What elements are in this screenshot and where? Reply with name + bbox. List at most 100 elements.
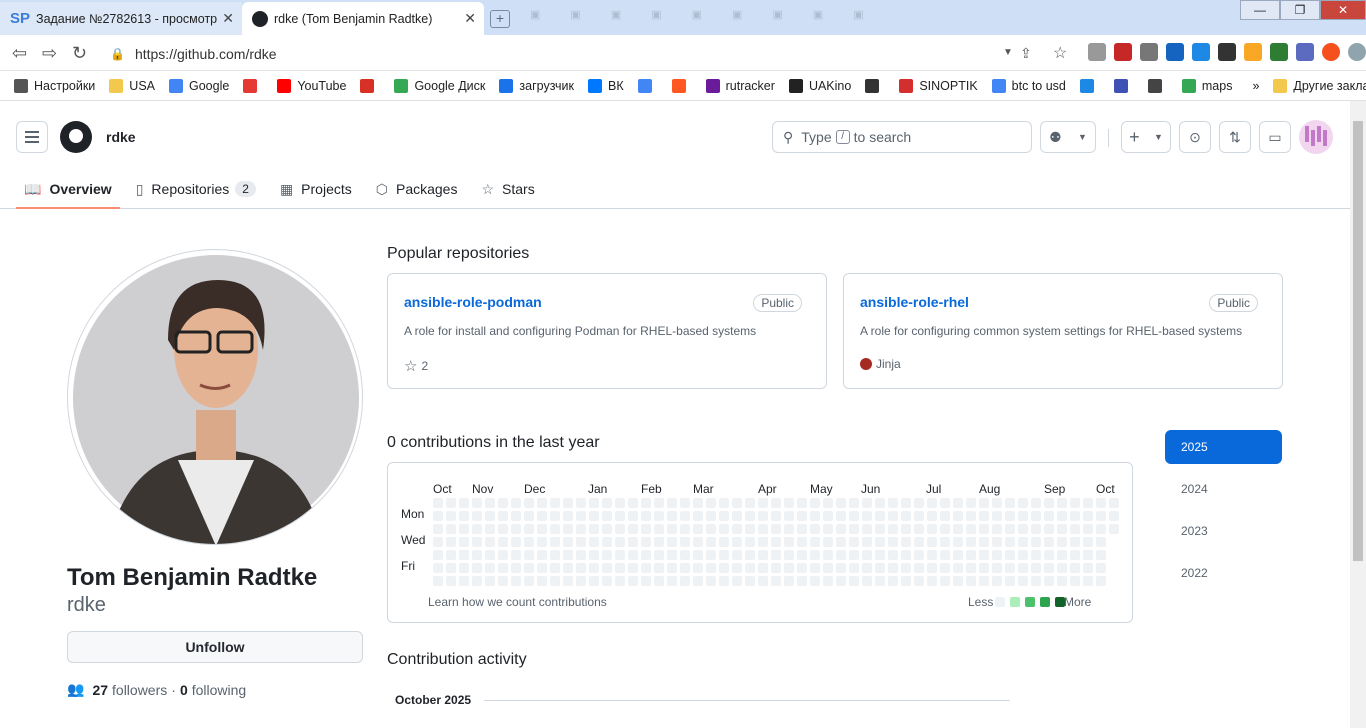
contribution-day-cell[interactable] [992, 498, 1002, 508]
contribution-day-cell[interactable] [992, 550, 1002, 560]
contribution-day-cell[interactable] [1096, 563, 1106, 573]
contribution-day-cell[interactable] [940, 537, 950, 547]
maximize-button[interactable]: ❐ [1280, 0, 1320, 20]
back-arrow-icon[interactable]: ⇦ [12, 43, 27, 64]
contribution-day-cell[interactable] [667, 524, 677, 534]
contribution-day-cell[interactable] [524, 537, 534, 547]
repo-name-link[interactable]: ansible-role-podman [404, 294, 542, 310]
contribution-day-cell[interactable] [550, 576, 560, 586]
contribution-day-cell[interactable] [485, 550, 495, 560]
contribution-day-cell[interactable] [953, 537, 963, 547]
contribution-day-cell[interactable] [693, 498, 703, 508]
puzzle-icon[interactable] [1296, 43, 1314, 61]
year-button[interactable]: 2023 [1165, 514, 1282, 548]
contribution-day-cell[interactable] [1096, 498, 1106, 508]
contribution-day-cell[interactable] [563, 524, 573, 534]
contribution-day-cell[interactable] [511, 511, 521, 521]
contribution-day-cell[interactable] [732, 537, 742, 547]
contribution-day-cell[interactable] [953, 550, 963, 560]
contribution-day-cell[interactable] [433, 537, 443, 547]
close-icon[interactable]: ✕ [222, 10, 234, 27]
contribution-day-cell[interactable] [654, 576, 664, 586]
contribution-day-cell[interactable] [680, 498, 690, 508]
contribution-day-cell[interactable] [901, 563, 911, 573]
contribution-day-cell[interactable] [1018, 537, 1028, 547]
contribution-day-cell[interactable] [498, 524, 508, 534]
contribution-day-cell[interactable] [511, 498, 521, 508]
contribution-day-cell[interactable] [914, 576, 924, 586]
contribution-day-cell[interactable] [1070, 550, 1080, 560]
extension-icon[interactable] [1270, 43, 1288, 61]
contribution-day-cell[interactable] [1083, 550, 1093, 560]
contribution-day-cell[interactable] [966, 524, 976, 534]
contribution-day-cell[interactable] [680, 511, 690, 521]
contribution-day-cell[interactable] [732, 498, 742, 508]
contribution-day-cell[interactable] [875, 550, 885, 560]
search-input[interactable]: ⚲ Type / to search [772, 121, 1032, 153]
contribution-day-cell[interactable] [511, 576, 521, 586]
contribution-day-cell[interactable] [589, 524, 599, 534]
contribution-day-cell[interactable] [875, 498, 885, 508]
bookmark-item[interactable] [360, 78, 380, 93]
contribution-day-cell[interactable] [615, 550, 625, 560]
contribution-day-cell[interactable] [433, 498, 443, 508]
contribution-day-cell[interactable] [992, 524, 1002, 534]
contribution-day-cell[interactable] [901, 511, 911, 521]
contribution-day-cell[interactable] [888, 537, 898, 547]
contribution-day-cell[interactable] [706, 498, 716, 508]
contribution-day-cell[interactable] [641, 524, 651, 534]
contribution-day-cell[interactable] [576, 498, 586, 508]
contribution-day-cell[interactable] [901, 524, 911, 534]
contribution-day-cell[interactable] [628, 498, 638, 508]
contribution-day-cell[interactable] [784, 524, 794, 534]
contribution-day-cell[interactable] [836, 537, 846, 547]
contribution-day-cell[interactable] [927, 511, 937, 521]
contribution-day-cell[interactable] [602, 576, 612, 586]
contribution-day-cell[interactable] [823, 563, 833, 573]
contribution-day-cell[interactable] [1096, 537, 1106, 547]
contribution-day-cell[interactable] [485, 563, 495, 573]
contribution-day-cell[interactable] [1057, 563, 1067, 573]
contribution-day-cell[interactable] [498, 563, 508, 573]
reload-icon[interactable]: ↻ [72, 43, 87, 64]
contribution-day-cell[interactable] [602, 537, 612, 547]
year-button[interactable]: 2024 [1165, 472, 1282, 506]
contribution-day-cell[interactable] [771, 524, 781, 534]
year-button[interactable]: 2022 [1165, 556, 1282, 590]
contribution-day-cell[interactable] [472, 550, 482, 560]
contribution-day-cell[interactable] [628, 550, 638, 560]
profile-avatar[interactable] [67, 249, 363, 545]
contribution-day-cell[interactable] [875, 537, 885, 547]
contribution-day-cell[interactable] [953, 511, 963, 521]
contribution-day-cell[interactable] [589, 563, 599, 573]
bookmark-item[interactable] [1113, 78, 1134, 93]
contribution-day-cell[interactable] [680, 537, 690, 547]
bookmark-item[interactable]: Google Диск [394, 78, 485, 93]
contribution-day-cell[interactable] [875, 576, 885, 586]
contribution-day-cell[interactable] [940, 498, 950, 508]
contribution-day-cell[interactable] [628, 537, 638, 547]
contribution-day-cell[interactable] [979, 498, 989, 508]
contribution-day-cell[interactable] [524, 563, 534, 573]
contribution-day-cell[interactable] [602, 511, 612, 521]
contribution-day-cell[interactable] [784, 537, 794, 547]
contribution-day-cell[interactable] [654, 537, 664, 547]
contribution-day-cell[interactable] [446, 511, 456, 521]
contribution-day-cell[interactable] [719, 563, 729, 573]
contribution-day-cell[interactable] [654, 563, 664, 573]
contribution-day-cell[interactable] [862, 550, 872, 560]
contribution-day-cell[interactable] [550, 524, 560, 534]
contribution-day-cell[interactable] [1005, 563, 1015, 573]
contribution-day-cell[interactable] [550, 563, 560, 573]
contribution-day-cell[interactable] [784, 498, 794, 508]
contribution-day-cell[interactable] [693, 563, 703, 573]
contribution-day-cell[interactable] [888, 511, 898, 521]
contribution-day-cell[interactable] [602, 550, 612, 560]
contribution-day-cell[interactable] [1057, 511, 1067, 521]
contribution-day-cell[interactable] [1070, 576, 1080, 586]
header-username[interactable]: rdke [106, 129, 136, 145]
contribution-day-cell[interactable] [537, 524, 547, 534]
contribution-day-cell[interactable] [888, 524, 898, 534]
contribution-day-cell[interactable] [576, 511, 586, 521]
contribution-day-cell[interactable] [498, 511, 508, 521]
